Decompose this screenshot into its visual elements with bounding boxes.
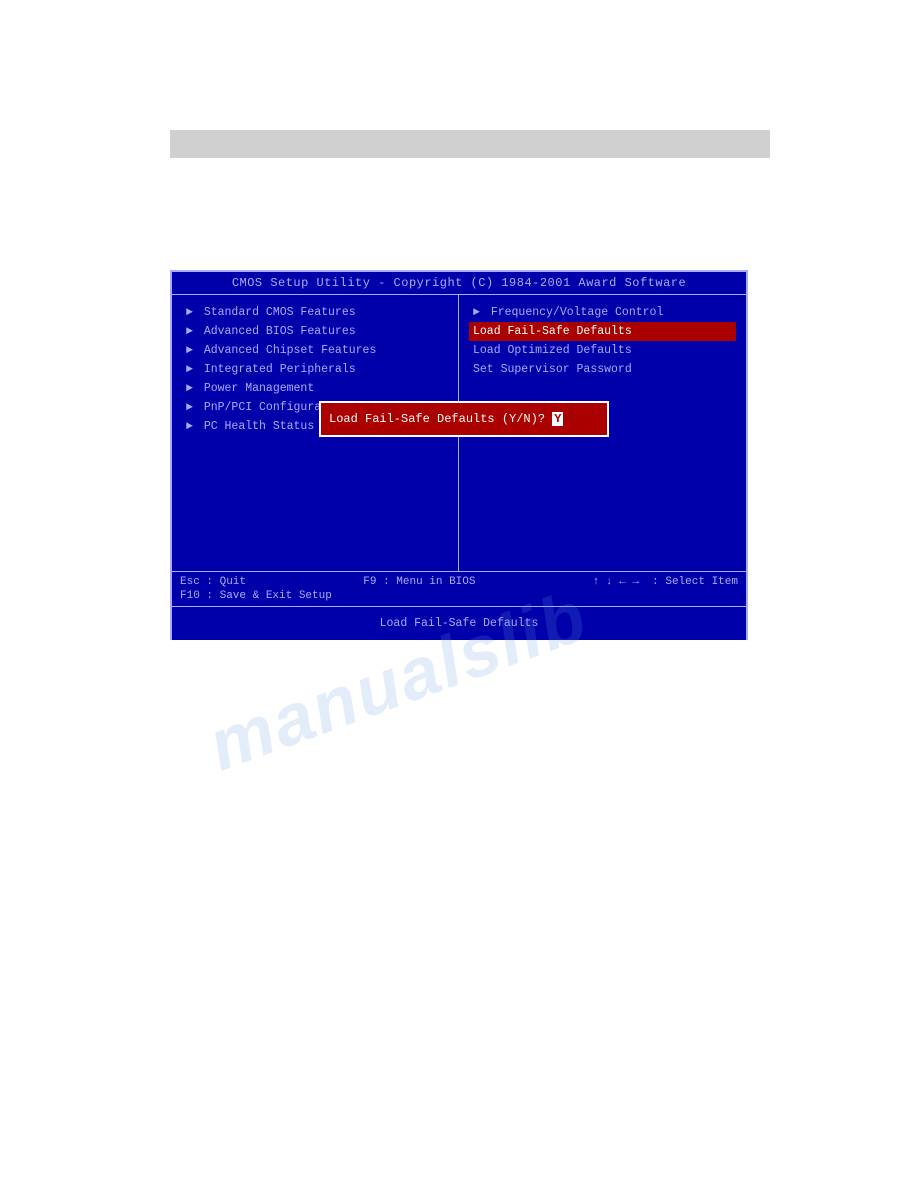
- menu-item-label: Frequency/Voltage Control: [491, 306, 664, 319]
- menu-item-advanced-bios[interactable]: ► Advanced BIOS Features: [182, 322, 448, 341]
- bios-main-area: ► Standard CMOS Features ► Advanced BIOS…: [172, 295, 746, 571]
- menu-item-load-optimized[interactable]: Load Optimized Defaults: [469, 341, 736, 360]
- dialog-highlight-char: Y: [552, 412, 563, 426]
- menu-item-power-management[interactable]: ► Power Management: [182, 379, 448, 398]
- esc-label: Esc : Quit: [180, 576, 246, 588]
- bios-status-bar: Esc : Quit F9 : Menu in BIOS ↑ ↓ ← → : S…: [172, 571, 746, 606]
- arrow-icon: ►: [473, 306, 480, 319]
- menu-item-integrated-peripherals[interactable]: ► Integrated Peripherals: [182, 360, 448, 379]
- menu-item-label: PnP/PCI Configura: [204, 401, 321, 414]
- bios-footer: Load Fail-Safe Defaults: [172, 606, 746, 640]
- menu-item-advanced-chipset[interactable]: ► Advanced Chipset Features: [182, 341, 448, 360]
- menu-item-label: Load Fail-Safe Defaults: [473, 325, 632, 338]
- menu-item-label: Standard CMOS Features: [204, 306, 356, 319]
- arrow-icon: ►: [186, 363, 193, 376]
- f9-label: F9 : Menu in BIOS: [363, 576, 475, 588]
- bios-title-text: CMOS Setup Utility - Copyright (C) 1984-…: [232, 276, 686, 290]
- arrows-label: ↑ ↓ ← →: [593, 576, 639, 588]
- menu-item-standard-cmos[interactable]: ► Standard CMOS Features: [182, 303, 448, 322]
- bios-dialog: Load Fail-Safe Defaults (Y/N)? Y: [319, 401, 609, 437]
- arrow-icon: ►: [186, 382, 193, 395]
- page-background: CMOS Setup Utility - Copyright (C) 1984-…: [0, 0, 918, 1188]
- bios-screen: CMOS Setup Utility - Copyright (C) 1984-…: [170, 270, 748, 640]
- menu-item-label: Power Management: [204, 382, 314, 395]
- bios-status-line1: Esc : Quit F9 : Menu in BIOS ↑ ↓ ← → : S…: [180, 576, 738, 588]
- menu-item-label: Advanced Chipset Features: [204, 344, 377, 357]
- arrow-icon: ►: [186, 344, 193, 357]
- menu-item-label: Load Optimized Defaults: [473, 344, 632, 357]
- menu-item-label: PC Health Status: [204, 420, 314, 433]
- menu-item-freq-voltage[interactable]: ► Frequency/Voltage Control: [469, 303, 736, 322]
- bios-status-line2: F10 : Save & Exit Setup: [180, 590, 738, 602]
- menu-item-supervisor-password[interactable]: Set Supervisor Password: [469, 360, 736, 379]
- bios-title: CMOS Setup Utility - Copyright (C) 1984-…: [172, 272, 746, 295]
- menu-item-label: Integrated Peripherals: [204, 363, 356, 376]
- dialog-text: Load Fail-Safe Defaults (Y/N)?: [329, 412, 545, 426]
- arrow-icon: ►: [186, 401, 193, 414]
- bios-right-menu: ► Frequency/Voltage Control Load Fail-Sa…: [459, 295, 746, 571]
- menu-item-label: Advanced BIOS Features: [204, 325, 356, 338]
- f10-label: F10 : Save & Exit Setup: [180, 590, 332, 602]
- menu-item-load-failsafe[interactable]: Load Fail-Safe Defaults: [469, 322, 736, 341]
- select-label: : Select Item: [652, 576, 738, 588]
- top-bar: [170, 130, 770, 158]
- arrow-icon: ►: [186, 420, 193, 433]
- arrows-select-label: ↑ ↓ ← → : Select Item: [593, 576, 738, 588]
- bios-footer-text: Load Fail-Safe Defaults: [380, 617, 539, 630]
- arrow-icon: ►: [186, 306, 193, 319]
- arrow-icon: ►: [186, 325, 193, 338]
- menu-item-label: Set Supervisor Password: [473, 363, 632, 376]
